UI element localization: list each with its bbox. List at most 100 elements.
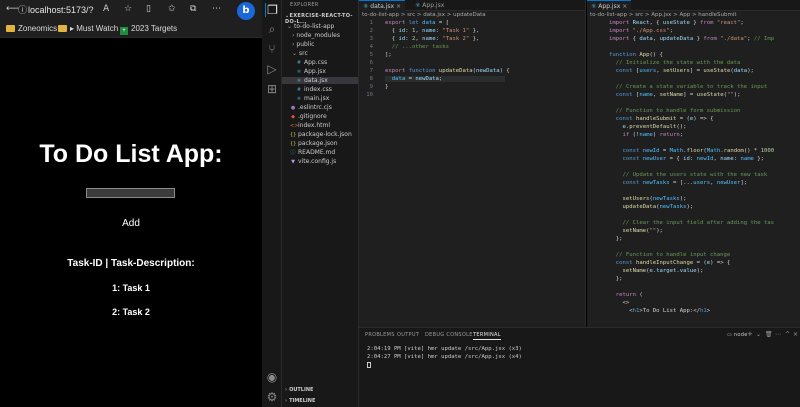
bookmarks-bar: Zoneomics ▸ Must Watch +2023 Targets xyxy=(0,22,262,38)
tree-file[interactable]: <>index.html xyxy=(290,122,330,129)
folder-icon xyxy=(6,25,15,32)
code-line-current: data = newData; xyxy=(385,76,505,82)
tree-file[interactable]: ⚛ App.jsx xyxy=(296,68,326,75)
react-file-icon: ⚛ xyxy=(296,69,302,75)
task-item: 2: Task 2 xyxy=(112,307,150,317)
more-icon[interactable]: ⋯ xyxy=(775,331,781,338)
editor-group-1: ⚛ data.jsx × ⚛ App.jsx to-do-list-app > … xyxy=(359,0,586,330)
close-icon: × xyxy=(620,3,628,10)
task-input[interactable] xyxy=(86,188,175,198)
address-bar: ⟵ ⓘ localhost:5173/? A ☆ ▯ ✩ ⧉ ⋯ b xyxy=(0,0,262,22)
bookmark-2023-targets[interactable]: +2023 Targets xyxy=(120,24,177,35)
favorites-icon[interactable]: ✩ xyxy=(168,4,176,14)
browser-window: ⟵ ⓘ localhost:5173/? A ☆ ▯ ✩ ⧉ ⋯ b Zoneo… xyxy=(0,0,262,407)
close-icon[interactable]: × xyxy=(793,331,798,338)
explorer-title: EXPLORER xyxy=(290,2,319,8)
bing-chat-icon[interactable]: b xyxy=(237,2,255,20)
tab-data-jsx[interactable]: ⚛ data.jsx × xyxy=(359,0,405,11)
breadcrumb[interactable]: to-do-list-app > src > data.jsx > update… xyxy=(362,12,486,18)
chevron-down-icon[interactable]: ⌄ xyxy=(756,331,761,338)
extensions-icon[interactable]: ⊞ xyxy=(265,82,279,96)
tab-terminal[interactable]: TERMINAL xyxy=(473,332,501,340)
tree-folder[interactable]: › node_modules xyxy=(292,32,340,39)
git-file-icon: ◆ xyxy=(291,114,295,120)
tab-app-jsx[interactable]: ⚛ App.jsx × xyxy=(587,0,632,11)
terminal-cursor[interactable] xyxy=(367,362,371,368)
css-file-icon: # xyxy=(296,87,302,93)
close-icon: × xyxy=(394,3,401,10)
code-line: ]; xyxy=(385,52,392,58)
tree-file[interactable]: # App.css xyxy=(296,59,327,66)
terminal-line: 2:04:27 PM [vite] hmr update /src/App.js… xyxy=(367,354,522,360)
source-control-icon[interactable]: ⑂ xyxy=(265,42,279,56)
react-file-icon: ⚛ xyxy=(296,78,302,84)
tree-file[interactable]: ● .eslintrc.cjs xyxy=(290,104,332,111)
terminal-shell-selector[interactable]: ▭ node xyxy=(727,332,748,338)
code-line: { id: 1, name: "Task 1" }, xyxy=(385,28,480,34)
timeline-section[interactable]: › TIMELINE xyxy=(285,398,315,404)
tab-app-jsx[interactable]: ⚛ App.jsx xyxy=(411,0,448,11)
run-debug-icon[interactable]: ▷ xyxy=(265,62,279,76)
settings-gear-icon[interactable]: ⚙ xyxy=(265,390,279,404)
vite-file-icon: ▼ xyxy=(291,159,295,165)
editor-tabs: ⚛ App.jsx × xyxy=(587,0,800,11)
tab-output[interactable]: OUTPUT xyxy=(397,332,419,338)
info-icon[interactable]: ⓘ xyxy=(18,3,27,16)
tree-folder[interactable]: › public xyxy=(292,41,314,48)
favorite-star-icon[interactable]: ☆ xyxy=(124,4,132,14)
back-icon[interactable]: ⟵ xyxy=(6,4,19,14)
editor-group-2: ⚛ App.jsx × to-do-list-app > src > App.j… xyxy=(587,0,800,330)
code-line: // ...other tasks xyxy=(391,44,450,50)
folder-icon xyxy=(58,25,67,32)
add-button[interactable]: Add xyxy=(0,218,262,229)
account-icon[interactable]: ◉ xyxy=(265,370,279,384)
tree-file[interactable]: ⚛ main.jsx xyxy=(296,95,330,102)
code-line: export function updateData(newData) { xyxy=(385,68,510,74)
bookmark-must-watch[interactable]: ▸ Must Watch xyxy=(58,24,118,33)
more-icon[interactable]: ⋯ xyxy=(212,4,221,14)
code-line: { id: 2, name: "Task 2" }, xyxy=(385,36,480,42)
editor-tabs: ⚛ data.jsx × ⚛ App.jsx xyxy=(359,0,585,11)
split-screen-icon[interactable]: ▯ xyxy=(146,4,151,14)
terminal-icon: ▭ xyxy=(727,332,734,338)
css-file-icon: # xyxy=(296,60,302,66)
code-line: export let data = [ xyxy=(385,20,450,26)
add-terminal-icon[interactable]: + xyxy=(747,330,753,338)
url-field[interactable]: localhost:5173/? xyxy=(28,5,94,15)
explorer-sidebar: EXPLORER ⌄EXERCISE-REACT-TO-DO-L... ⌄ to-… xyxy=(282,0,359,407)
tree-file[interactable]: ⓘ README.md xyxy=(290,149,335,156)
maximize-icon[interactable]: ^ xyxy=(785,331,790,338)
tree-folder[interactable]: ⌄ src xyxy=(292,50,308,57)
code-line: } xyxy=(385,84,389,90)
app-title: To Do List App: xyxy=(39,140,223,168)
tree-file[interactable]: # index.css xyxy=(296,86,332,93)
collections-icon[interactable]: ⧉ xyxy=(190,4,196,14)
tab-debug-console[interactable]: DEBUG CONSOLE xyxy=(425,332,473,338)
react-file-icon: ⚛ xyxy=(296,96,302,102)
tree-file-selected[interactable]: ⚛ data.jsx xyxy=(282,77,358,84)
tab-problems[interactable]: PROBLEMS xyxy=(365,332,395,338)
bottom-panel: PROBLEMS OUTPUT DEBUG CONSOLE TERMINAL ▭… xyxy=(359,327,800,407)
activity-bar: ❐ ⌕ ⑂ ▷ ⊞ ◉ ⚙ xyxy=(262,0,282,407)
breadcrumb[interactable]: to-do-list-app > src > App.jsx > App > h… xyxy=(590,12,737,18)
terminal-line: 2:04:19 PM [vite] hmr update /src/App.js… xyxy=(367,346,522,352)
kill-terminal-icon[interactable]: 🗑 xyxy=(765,331,773,338)
outline-section[interactable]: › OUTLINE xyxy=(285,387,313,393)
search-icon[interactable]: ⌕ xyxy=(265,22,279,36)
tree-file[interactable]: {} package.json xyxy=(290,140,338,147)
tree-file[interactable]: ▼ vite.config.js xyxy=(290,158,336,165)
bookmark-zoneomics[interactable]: Zoneomics xyxy=(6,24,57,33)
task-list-header: Task-ID | Task-Description: xyxy=(67,258,195,269)
tree-folder[interactable]: ⌄ to-do-list-app xyxy=(287,23,334,30)
json-file-icon: {} xyxy=(290,132,297,138)
markdown-file-icon: ⓘ xyxy=(290,150,296,156)
html-file-icon: <> xyxy=(290,123,299,129)
tree-file[interactable]: ◆ .gitignore xyxy=(290,113,327,120)
task-item: 1: Task 1 xyxy=(112,283,150,293)
sheets-icon: + xyxy=(120,27,128,35)
json-file-icon: {} xyxy=(290,141,297,147)
explorer-icon[interactable]: ❐ xyxy=(265,3,279,17)
eslint-file-icon: ● xyxy=(290,105,296,111)
read-aloud-icon[interactable]: A xyxy=(103,4,109,14)
tree-file[interactable]: {} package-lock.json xyxy=(290,131,352,138)
